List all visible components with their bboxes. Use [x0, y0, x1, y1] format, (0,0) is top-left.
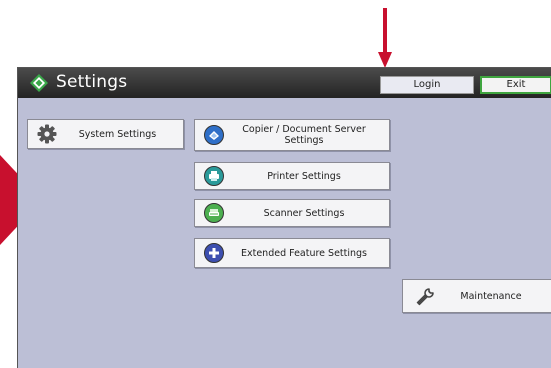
title-bar: Settings Login Exit [18, 68, 551, 98]
page-title: Settings [56, 72, 128, 92]
printer-icon [203, 165, 225, 187]
exit-button[interactable]: Exit [480, 76, 551, 94]
printer-settings-button[interactable]: Printer Settings [194, 162, 390, 190]
system-settings-label: System Settings [78, 128, 157, 140]
copier-settings-label: Copier / Document Server Settings [225, 124, 389, 146]
gear-icon [36, 123, 58, 145]
login-button[interactable]: Login [380, 76, 474, 94]
copier-icon [203, 124, 225, 146]
extended-feature-settings-button[interactable]: Extended Feature Settings [194, 238, 390, 268]
wrench-icon [415, 285, 437, 307]
scanner-icon [203, 202, 225, 224]
maintenance-button[interactable]: Maintenance [402, 279, 551, 313]
printer-settings-label: Printer Settings [267, 170, 341, 182]
settings-panel: Settings Login Exit System Settings Copi… [17, 67, 551, 368]
settings-diamond-icon [30, 74, 48, 92]
scanner-settings-label: Scanner Settings [263, 207, 345, 219]
copier-settings-button[interactable]: Copier / Document Server Settings [194, 119, 390, 151]
copier-settings-label-line1: Copier / Document Server [242, 124, 366, 135]
annotation-down-arrow [378, 8, 392, 68]
scanner-settings-button[interactable]: Scanner Settings [194, 199, 390, 227]
copier-settings-label-line2: Settings [284, 135, 324, 146]
extended-feature-settings-label: Extended Feature Settings [240, 247, 368, 259]
system-settings-button[interactable]: System Settings [27, 119, 184, 149]
extended-feature-icon [203, 242, 225, 264]
maintenance-label: Maintenance [460, 290, 522, 302]
